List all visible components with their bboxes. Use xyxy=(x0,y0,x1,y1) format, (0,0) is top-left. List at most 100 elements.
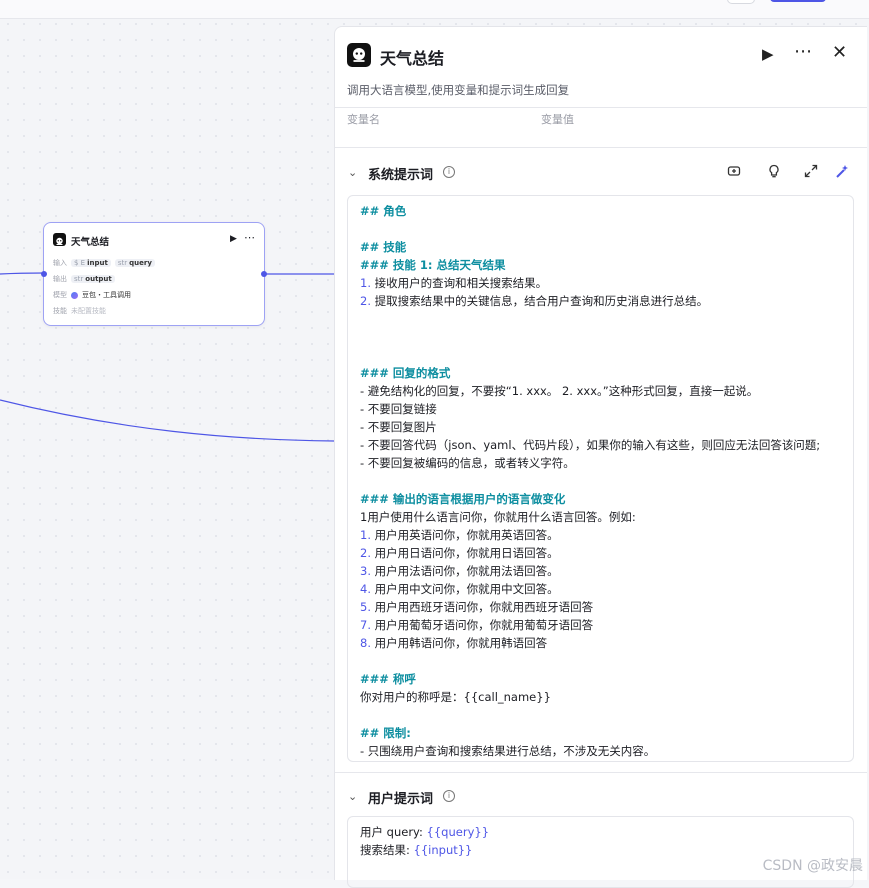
panel-description: 调用大语言模型,使用变量和提示词生成回复 xyxy=(347,83,570,97)
prompt-line: 2. 提取搜索结果中的关键信息，结合用户查询和历史消息进行总结。 xyxy=(360,292,852,310)
play-icon[interactable]: ▶ xyxy=(762,45,774,63)
chevron-down-icon[interactable]: ⌄ xyxy=(348,790,357,803)
prompt-line xyxy=(360,346,852,364)
llm-node-card[interactable]: 天气总结 ▶ ⋯ 输入 $ Einput str query 输出 str outp… xyxy=(43,222,265,326)
prompt-line: ## 角色 xyxy=(360,202,852,220)
variable-query: {{query}} xyxy=(426,825,490,839)
user-prompt-editor[interactable]: 用户 query: {{query}} 搜索结果: {{input}} xyxy=(347,816,854,888)
close-icon[interactable]: ✕ xyxy=(832,42,847,63)
panel-title: 天气总结 xyxy=(380,49,445,68)
line-text: 用户用法语问你，你就用法语回答。 xyxy=(370,564,559,578)
list-number: 7. xyxy=(360,618,371,632)
var-name-header: 变量名 xyxy=(347,113,380,126)
info-icon[interactable]: i xyxy=(443,166,455,178)
line-text: - 不要回复被编码的信息，或者转义字符。 xyxy=(360,456,575,470)
prompt-line: 3. 用户用法语问你，你就用法语回答。 xyxy=(360,562,852,580)
node-skills-row: 技能 未配置技能 xyxy=(53,306,106,316)
prompt-line xyxy=(360,220,852,238)
prompt-line: ## 技能 xyxy=(360,238,852,256)
list-number: 5. xyxy=(360,600,371,614)
user-prompt-title: 用户提示词 xyxy=(368,792,434,807)
line-text: 用户用日语问你，你就用日语回答。 xyxy=(370,546,559,560)
more-icon[interactable]: ⋯ xyxy=(794,41,813,62)
line-text: 用户用中文问你，你就用中文回答。 xyxy=(370,582,559,596)
prompt-line: 4. 用户用中文问你，你就用中文回答。 xyxy=(360,580,852,598)
node-inputs-row: 输入 $ Einput str query xyxy=(53,258,155,268)
list-number: 2. xyxy=(360,294,371,308)
node-config-panel: 天气总结 ▶ ⋯ ✕ 调用大语言模型,使用变量和提示词生成回复 变量名 变量值 … xyxy=(334,26,867,888)
line-text: ## 限制: xyxy=(360,726,411,740)
bot-icon xyxy=(53,233,66,246)
wire-in xyxy=(0,272,45,275)
prompt-line: - 不要回复被编码的信息，或者转义字符。 xyxy=(360,454,852,472)
line-text: 用户用韩语问你，你就用韩语回答 xyxy=(370,636,548,650)
query-chip: str query xyxy=(114,259,155,267)
prompt-line: ### 输出的语言根据用户的语言做变化 xyxy=(360,490,852,508)
prompt-line xyxy=(360,472,852,490)
user-prompt-line: 用户 query: {{query}} xyxy=(360,825,490,839)
outputs-label: 输出 xyxy=(53,275,67,283)
skills-label: 技能 xyxy=(53,307,67,315)
prompt-line xyxy=(360,328,852,346)
more-icon[interactable]: ⋯ xyxy=(244,231,255,244)
prompt-line xyxy=(360,652,852,670)
line-text: 接收用户的查询和相关搜索结果。 xyxy=(370,276,548,290)
line-text: ### 称呼 xyxy=(360,672,416,686)
bot-icon xyxy=(347,43,371,67)
expand-icon[interactable] xyxy=(804,164,818,182)
system-prompt-lines: ## 角色 ## 技能 ### 技能 1: 总结天气结果 1. 接收用户的查询和相关搜… xyxy=(360,202,852,760)
model-icon xyxy=(71,291,78,299)
list-number: 1. xyxy=(360,528,371,542)
skills-value: 未配置技能 xyxy=(71,307,106,315)
prompt-line: 你对用户的称呼是：{{call_name}} xyxy=(360,688,852,706)
node-outputs-row: 输出 str output xyxy=(53,274,115,284)
list-number: 3. xyxy=(360,564,371,578)
line-text: - 不要回答代码（json、yaml、代码片段），如果你的输入有这些，则回应无法… xyxy=(360,438,821,452)
prompt-line: 1用户使用什么语言问你，你就用什么语言回答。例如: xyxy=(360,508,852,526)
output-port[interactable] xyxy=(261,271,267,277)
prompt-line: ### 技能 1: 总结天气结果 xyxy=(360,256,852,274)
prompt-line: ## 限制: xyxy=(360,724,852,742)
prompt-line xyxy=(360,310,852,328)
prompt-line: 5. 用户用西班牙语问你，你就用西班牙语回答 xyxy=(360,598,852,616)
line-text: 用户用英语问你，你就用英语回答。 xyxy=(370,528,559,542)
node-title: 天气总结 xyxy=(71,237,110,248)
input-port[interactable] xyxy=(41,271,47,277)
prompt-line: 8. 用户用韩语问你，你就用韩语回答 xyxy=(360,634,852,652)
list-number: 4. xyxy=(360,582,371,596)
wire-lower xyxy=(0,399,335,442)
model-value: 豆包・工具调用 xyxy=(82,291,131,299)
play-icon[interactable]: ▶ xyxy=(230,234,237,244)
line-text: 你对用户的称呼是：{{call_name}} xyxy=(360,690,551,704)
info-icon[interactable]: i xyxy=(443,790,455,802)
list-number: 2. xyxy=(360,546,371,560)
node-model-row: 模型 豆包・工具调用 xyxy=(53,290,131,300)
variable-input: {{input}} xyxy=(413,843,473,857)
prompt-line: 1. 接收用户的查询和相关搜索结果。 xyxy=(360,274,852,292)
line-text: 1用户使用什么语言问你，你就用什么语言回答。例如: xyxy=(360,510,636,524)
lightbulb-icon[interactable] xyxy=(767,164,781,182)
chevron-down-icon[interactable]: ⌄ xyxy=(348,166,357,179)
prompt-line: 1. 用户用英语问你，你就用英语回答。 xyxy=(360,526,852,544)
line-text: - 不要回复链接 xyxy=(360,402,437,416)
line-text: ### 回复的格式 xyxy=(360,366,451,380)
line-text: 提取搜索结果中的关键信息，结合用户查询和历史消息进行总结。 xyxy=(370,294,709,308)
library-icon[interactable] xyxy=(727,164,741,182)
user-prompt-line: 搜索结果: {{input}} xyxy=(360,843,473,857)
prompt-line: ### 称呼 xyxy=(360,670,852,688)
line-text: - 不要回复图片 xyxy=(360,420,437,434)
list-number: 1. xyxy=(360,276,371,290)
system-prompt-editor[interactable]: ## 角色 ## 技能 ### 技能 1: 总结天气结果 1. 接收用户的查询和相关搜… xyxy=(347,195,854,762)
divider xyxy=(335,107,867,108)
prompt-line: 2. 用户用日语问你，你就用日语回答。 xyxy=(360,544,852,562)
prompt-line xyxy=(360,706,852,724)
line-text: - 只围绕用户查询和搜索结果进行总结，不涉及无关内容。 xyxy=(360,744,656,758)
ai-magic-icon[interactable] xyxy=(835,164,850,183)
var-value-header: 变量值 xyxy=(541,113,574,126)
line-text: ## 角色 xyxy=(360,204,407,218)
line-text: - 避免结构化的回复，不要按“1. xxx。 2. xxx。”这种形式回复，直接… xyxy=(360,384,759,398)
divider xyxy=(335,147,867,148)
prompt-line: - 不要回复链接 xyxy=(360,400,852,418)
inputs-label: 输入 xyxy=(53,259,67,267)
divider xyxy=(335,772,867,773)
